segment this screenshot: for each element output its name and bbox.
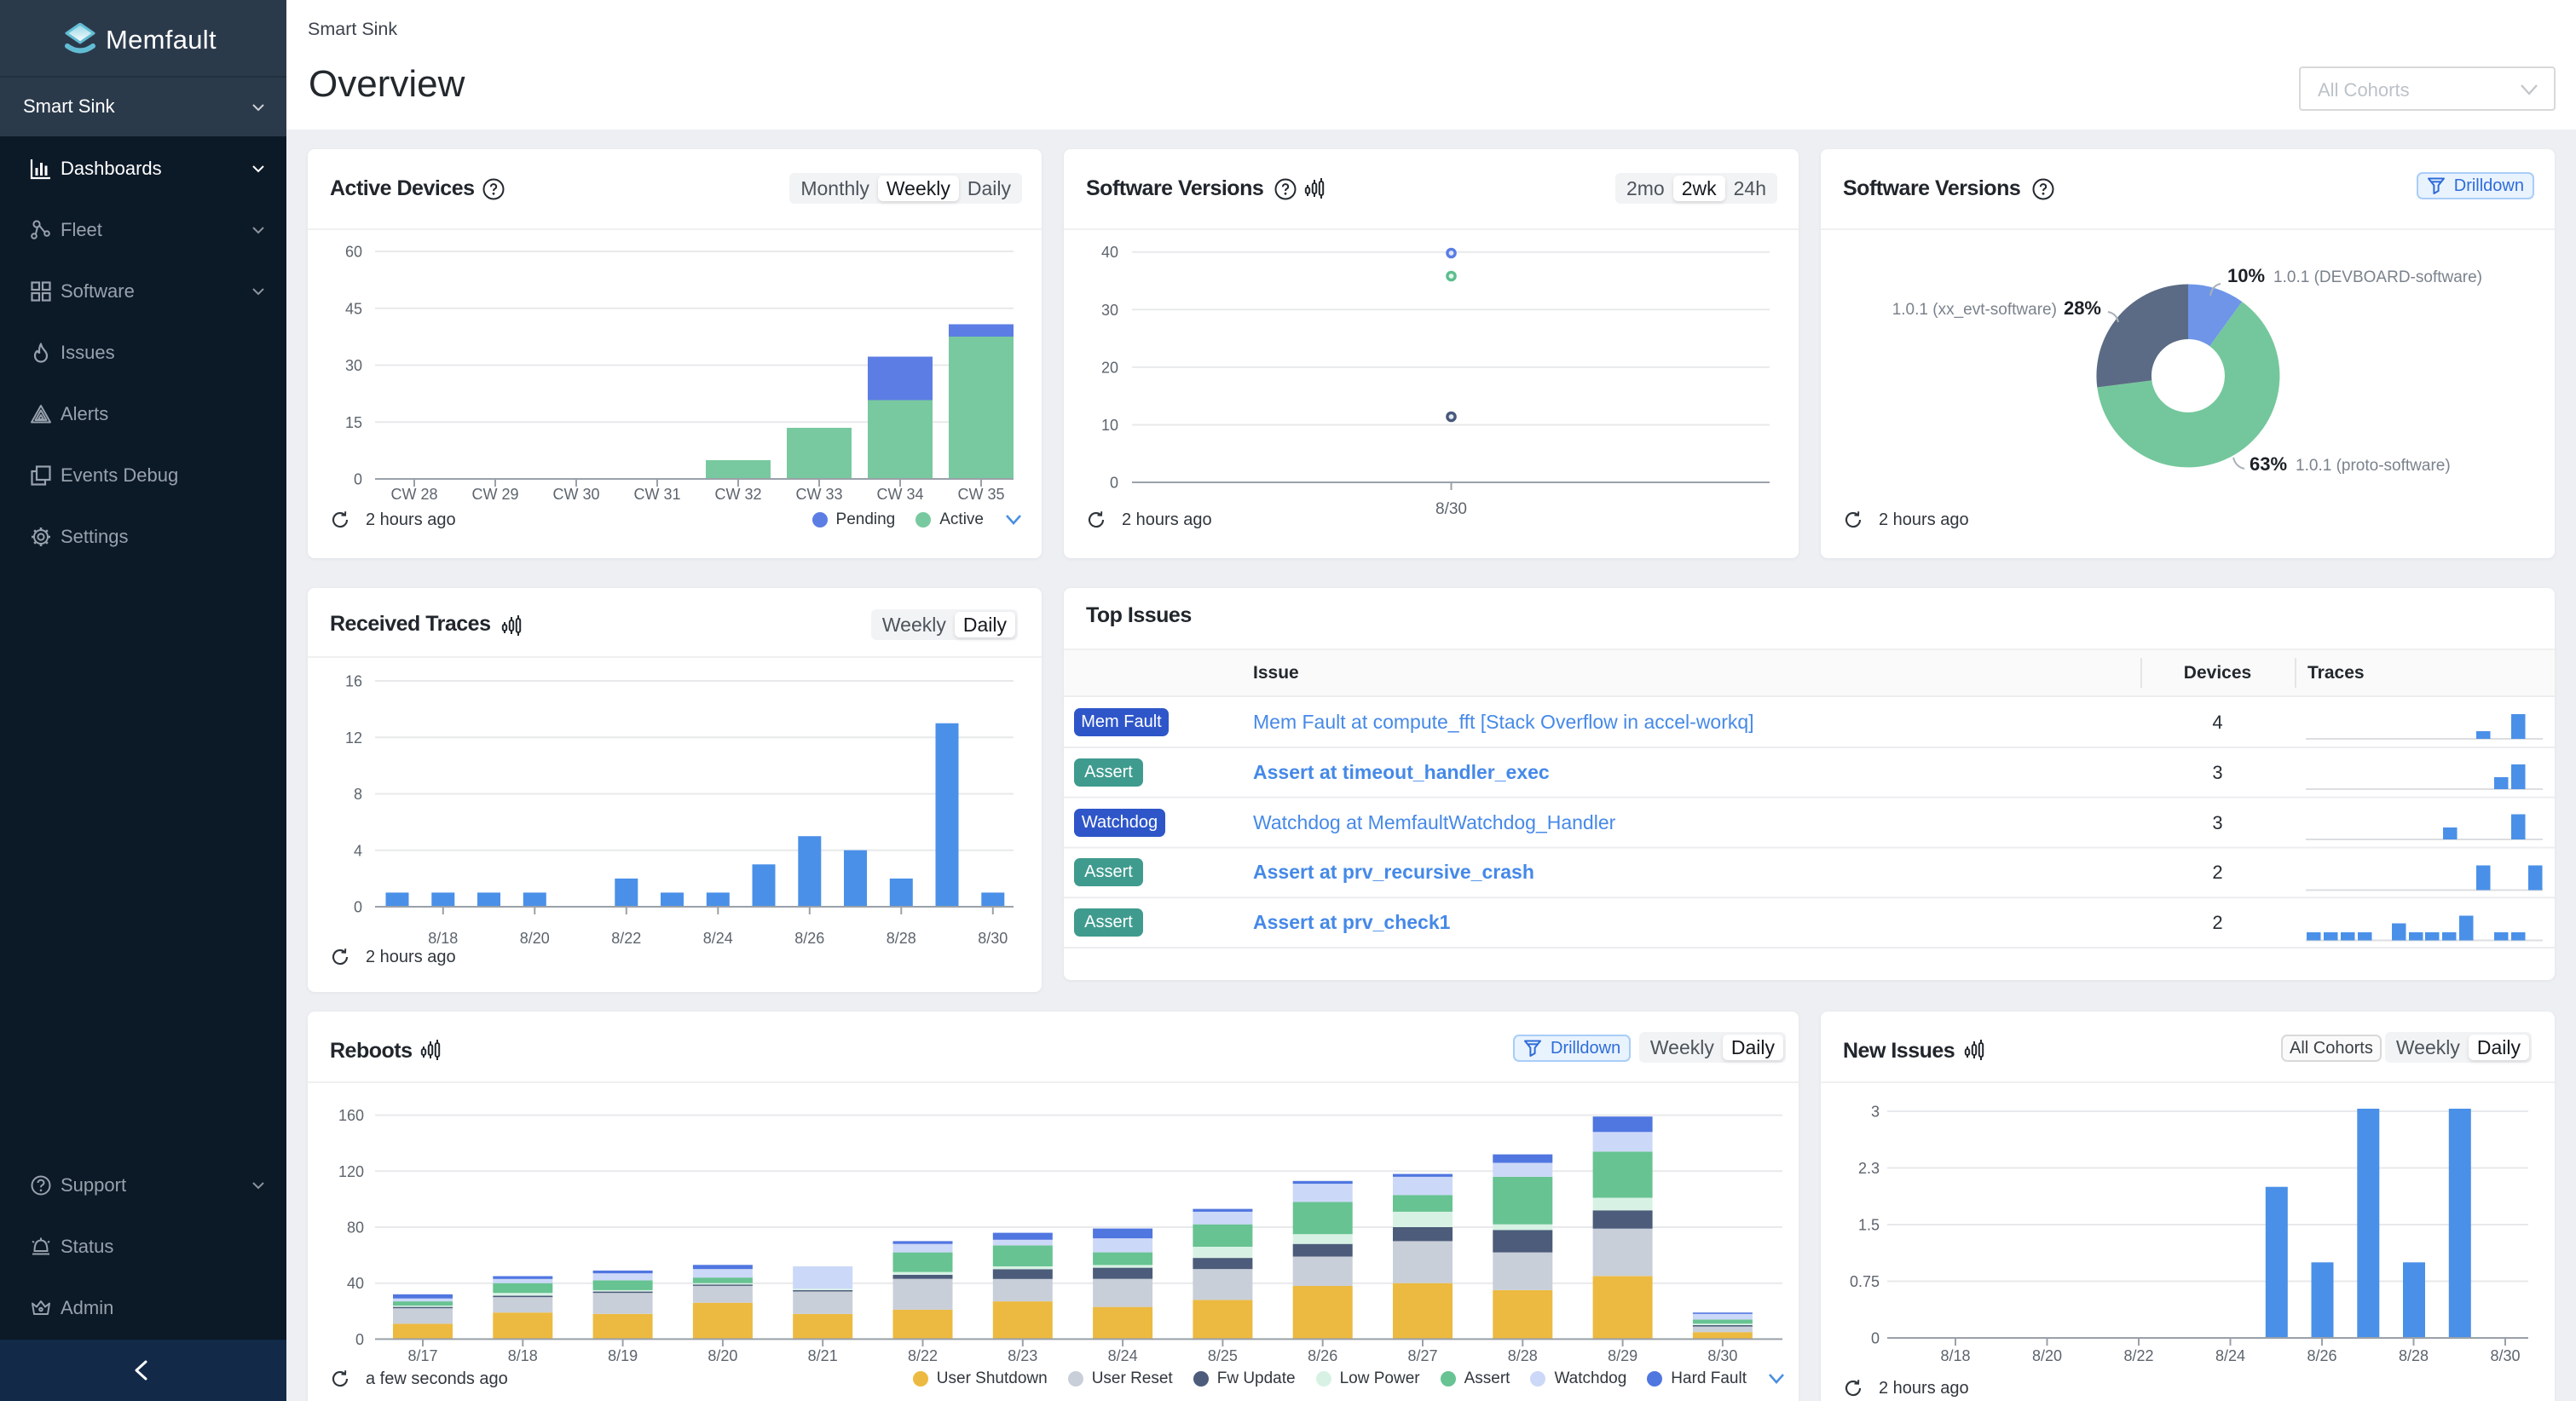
svg-text:10%1.0.1 (DEVBOARD-software): 10%1.0.1 (DEVBOARD-software): [2227, 265, 2482, 286]
svg-text:8/25: 8/25: [1208, 1347, 1238, 1364]
svg-text:30: 30: [1101, 302, 1118, 319]
svg-text:8/20: 8/20: [2032, 1347, 2062, 1364]
svg-text:45: 45: [345, 300, 362, 317]
svg-text:0.75: 0.75: [1850, 1273, 1880, 1290]
svg-text:15: 15: [345, 414, 362, 431]
svg-text:8/23: 8/23: [1008, 1347, 1037, 1364]
svg-text:8/17: 8/17: [407, 1347, 437, 1364]
svg-text:10: 10: [1101, 417, 1118, 434]
svg-text:0: 0: [1110, 475, 1118, 492]
svg-text:40: 40: [1101, 244, 1118, 261]
svg-text:CW 30: CW 30: [552, 486, 599, 503]
svg-text:1.5: 1.5: [1858, 1217, 1880, 1234]
svg-text:8/24: 8/24: [2215, 1347, 2245, 1364]
svg-text:8/21: 8/21: [808, 1347, 838, 1364]
svg-text:40: 40: [347, 1275, 364, 1292]
svg-text:0: 0: [354, 471, 362, 488]
svg-text:CW 28: CW 28: [390, 486, 437, 503]
svg-text:8/19: 8/19: [608, 1347, 638, 1364]
svg-text:3: 3: [1871, 1104, 1880, 1121]
svg-text:8/30: 8/30: [978, 930, 1008, 947]
svg-text:2.3: 2.3: [1858, 1160, 1880, 1177]
svg-text:120: 120: [338, 1163, 364, 1180]
svg-text:60: 60: [345, 244, 362, 261]
svg-text:0: 0: [1871, 1330, 1880, 1347]
svg-text:8/22: 8/22: [2123, 1347, 2153, 1364]
svg-text:8/20: 8/20: [520, 930, 550, 947]
svg-text:8: 8: [354, 786, 362, 803]
svg-text:8/30: 8/30: [2490, 1347, 2520, 1364]
svg-text:0: 0: [355, 1331, 364, 1348]
svg-text:80: 80: [347, 1219, 364, 1237]
svg-text:1.0.1 (xx_evt-software)28%: 1.0.1 (xx_evt-software)28%: [1892, 297, 2101, 319]
svg-text:CW 32: CW 32: [714, 486, 761, 503]
svg-text:CW 35: CW 35: [957, 486, 1004, 503]
svg-text:8/28: 8/28: [887, 930, 916, 947]
svg-text:0: 0: [354, 899, 362, 916]
svg-text:8/22: 8/22: [908, 1347, 938, 1364]
svg-text:CW 29: CW 29: [471, 486, 518, 503]
svg-text:4: 4: [354, 842, 362, 859]
svg-text:30: 30: [345, 357, 362, 374]
svg-text:8/26: 8/26: [794, 930, 824, 947]
svg-text:8/24: 8/24: [1108, 1347, 1138, 1364]
svg-text:20: 20: [1101, 359, 1118, 376]
svg-text:8/18: 8/18: [508, 1347, 538, 1364]
svg-text:160: 160: [338, 1107, 364, 1124]
svg-text:8/28: 8/28: [2399, 1347, 2429, 1364]
svg-text:8/24: 8/24: [703, 930, 733, 947]
svg-text:8/29: 8/29: [1608, 1347, 1637, 1364]
svg-text:12: 12: [345, 729, 362, 747]
svg-text:CW 31: CW 31: [633, 486, 680, 503]
svg-text:CW 33: CW 33: [795, 486, 842, 503]
svg-text:63%1.0.1 (proto-software): 63%1.0.1 (proto-software): [2250, 453, 2451, 475]
svg-text:8/18: 8/18: [1940, 1347, 1970, 1364]
svg-text:16: 16: [345, 673, 362, 690]
svg-text:CW 34: CW 34: [876, 486, 923, 503]
svg-text:8/28: 8/28: [1508, 1347, 1538, 1364]
svg-text:8/22: 8/22: [611, 930, 641, 947]
svg-text:8/30: 8/30: [1435, 500, 1467, 518]
svg-text:8/30: 8/30: [1707, 1347, 1737, 1364]
svg-text:8/27: 8/27: [1407, 1347, 1437, 1364]
svg-text:8/26: 8/26: [1308, 1347, 1337, 1364]
svg-text:8/20: 8/20: [708, 1347, 737, 1364]
svg-text:8/26: 8/26: [2307, 1347, 2336, 1364]
